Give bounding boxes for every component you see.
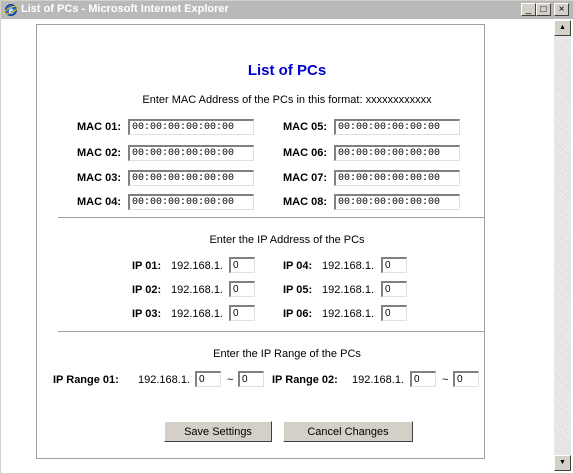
cancel-changes-button[interactable]: Cancel Changes bbox=[283, 421, 413, 442]
ip-05-prefix: 192.168.1. bbox=[322, 284, 374, 296]
ip-range-02-label: IP Range 02: bbox=[272, 374, 338, 386]
ip-range-01-prefix: 192.168.1. bbox=[138, 374, 190, 386]
close-icon: × bbox=[558, 4, 565, 15]
scroll-up-icon: ▲ bbox=[559, 24, 566, 31]
close-button[interactable]: × bbox=[554, 3, 569, 16]
ip-04-input[interactable] bbox=[381, 257, 407, 273]
mac-08-label: MAC 08: bbox=[283, 196, 328, 208]
ip-range-02-start-input[interactable] bbox=[410, 371, 436, 387]
ip-06-input[interactable] bbox=[381, 305, 407, 321]
ip-02-prefix: 192.168.1. bbox=[171, 284, 223, 296]
ie-logo-icon: e bbox=[4, 3, 18, 17]
ip-03-label: IP 03: bbox=[132, 308, 162, 320]
scroll-up-button[interactable]: ▲ bbox=[554, 20, 571, 36]
ip-04-label: IP 04: bbox=[283, 260, 313, 272]
ip-03-prefix: 192.168.1. bbox=[171, 308, 223, 320]
ip-range-02-separator: ~ bbox=[442, 374, 449, 386]
maximize-button[interactable]: □ bbox=[536, 3, 551, 16]
mac-07-label: MAC 07: bbox=[283, 172, 328, 184]
mac-03-label: MAC 03: bbox=[77, 172, 122, 184]
ip-04-prefix: 192.168.1. bbox=[322, 260, 374, 272]
mac-05-input[interactable] bbox=[334, 119, 460, 135]
mac-07-input[interactable] bbox=[334, 170, 460, 186]
page-title: List of PCs bbox=[247, 62, 327, 79]
mac-02-input[interactable] bbox=[128, 145, 254, 161]
scroll-down-icon: ▼ bbox=[559, 459, 566, 466]
divider bbox=[58, 331, 484, 332]
mac-01-input[interactable] bbox=[128, 119, 254, 135]
ip-range-01-start-input[interactable] bbox=[195, 371, 221, 387]
minimize-icon: _ bbox=[525, 4, 532, 15]
mac-02-label: MAC 02: bbox=[77, 147, 122, 159]
divider bbox=[58, 217, 484, 218]
scroll-down-button[interactable]: ▼ bbox=[554, 455, 571, 471]
save-settings-button[interactable]: Save Settings bbox=[164, 421, 272, 442]
ip-06-prefix: 192.168.1. bbox=[322, 308, 374, 320]
mac-01-label: MAC 01: bbox=[77, 121, 122, 133]
ip-05-label: IP 05: bbox=[283, 284, 313, 296]
mac-04-label: MAC 04: bbox=[77, 196, 122, 208]
maximize-icon: □ bbox=[540, 4, 547, 15]
ip-range-01-label: IP Range 01: bbox=[53, 374, 119, 386]
ip-02-input[interactable] bbox=[229, 281, 255, 297]
mac-instruction: Enter MAC Address of the PCs in this for… bbox=[142, 94, 432, 106]
minimize-button[interactable]: _ bbox=[521, 3, 536, 16]
ip-01-label: IP 01: bbox=[132, 260, 162, 272]
mac-05-label: MAC 05: bbox=[283, 121, 328, 133]
ip-range-01-separator: ~ bbox=[227, 374, 234, 386]
ip-02-label: IP 02: bbox=[132, 284, 162, 296]
ip-01-input[interactable] bbox=[229, 257, 255, 273]
mac-06-label: MAC 06: bbox=[283, 147, 328, 159]
range-instruction: Enter the IP Range of the PCs bbox=[213, 348, 361, 360]
window-title: List of PCs - Microsoft Internet Explore… bbox=[21, 3, 229, 15]
ip-03-input[interactable] bbox=[229, 305, 255, 321]
ip-range-02-end-input[interactable] bbox=[453, 371, 479, 387]
ip-01-prefix: 192.168.1. bbox=[171, 260, 223, 272]
ip-range-02-prefix: 192.168.1. bbox=[352, 374, 404, 386]
ip-instruction: Enter the IP Address of the PCs bbox=[209, 234, 365, 246]
mac-06-input[interactable] bbox=[334, 145, 460, 161]
ip-05-input[interactable] bbox=[381, 281, 407, 297]
ip-range-01-end-input[interactable] bbox=[238, 371, 264, 387]
mac-04-input[interactable] bbox=[128, 194, 254, 210]
mac-03-input[interactable] bbox=[128, 170, 254, 186]
title-bar[interactable]: e List of PCs - Microsoft Internet Explo… bbox=[1, 1, 573, 19]
ip-06-label: IP 06: bbox=[283, 308, 313, 320]
mac-08-input[interactable] bbox=[334, 194, 460, 210]
